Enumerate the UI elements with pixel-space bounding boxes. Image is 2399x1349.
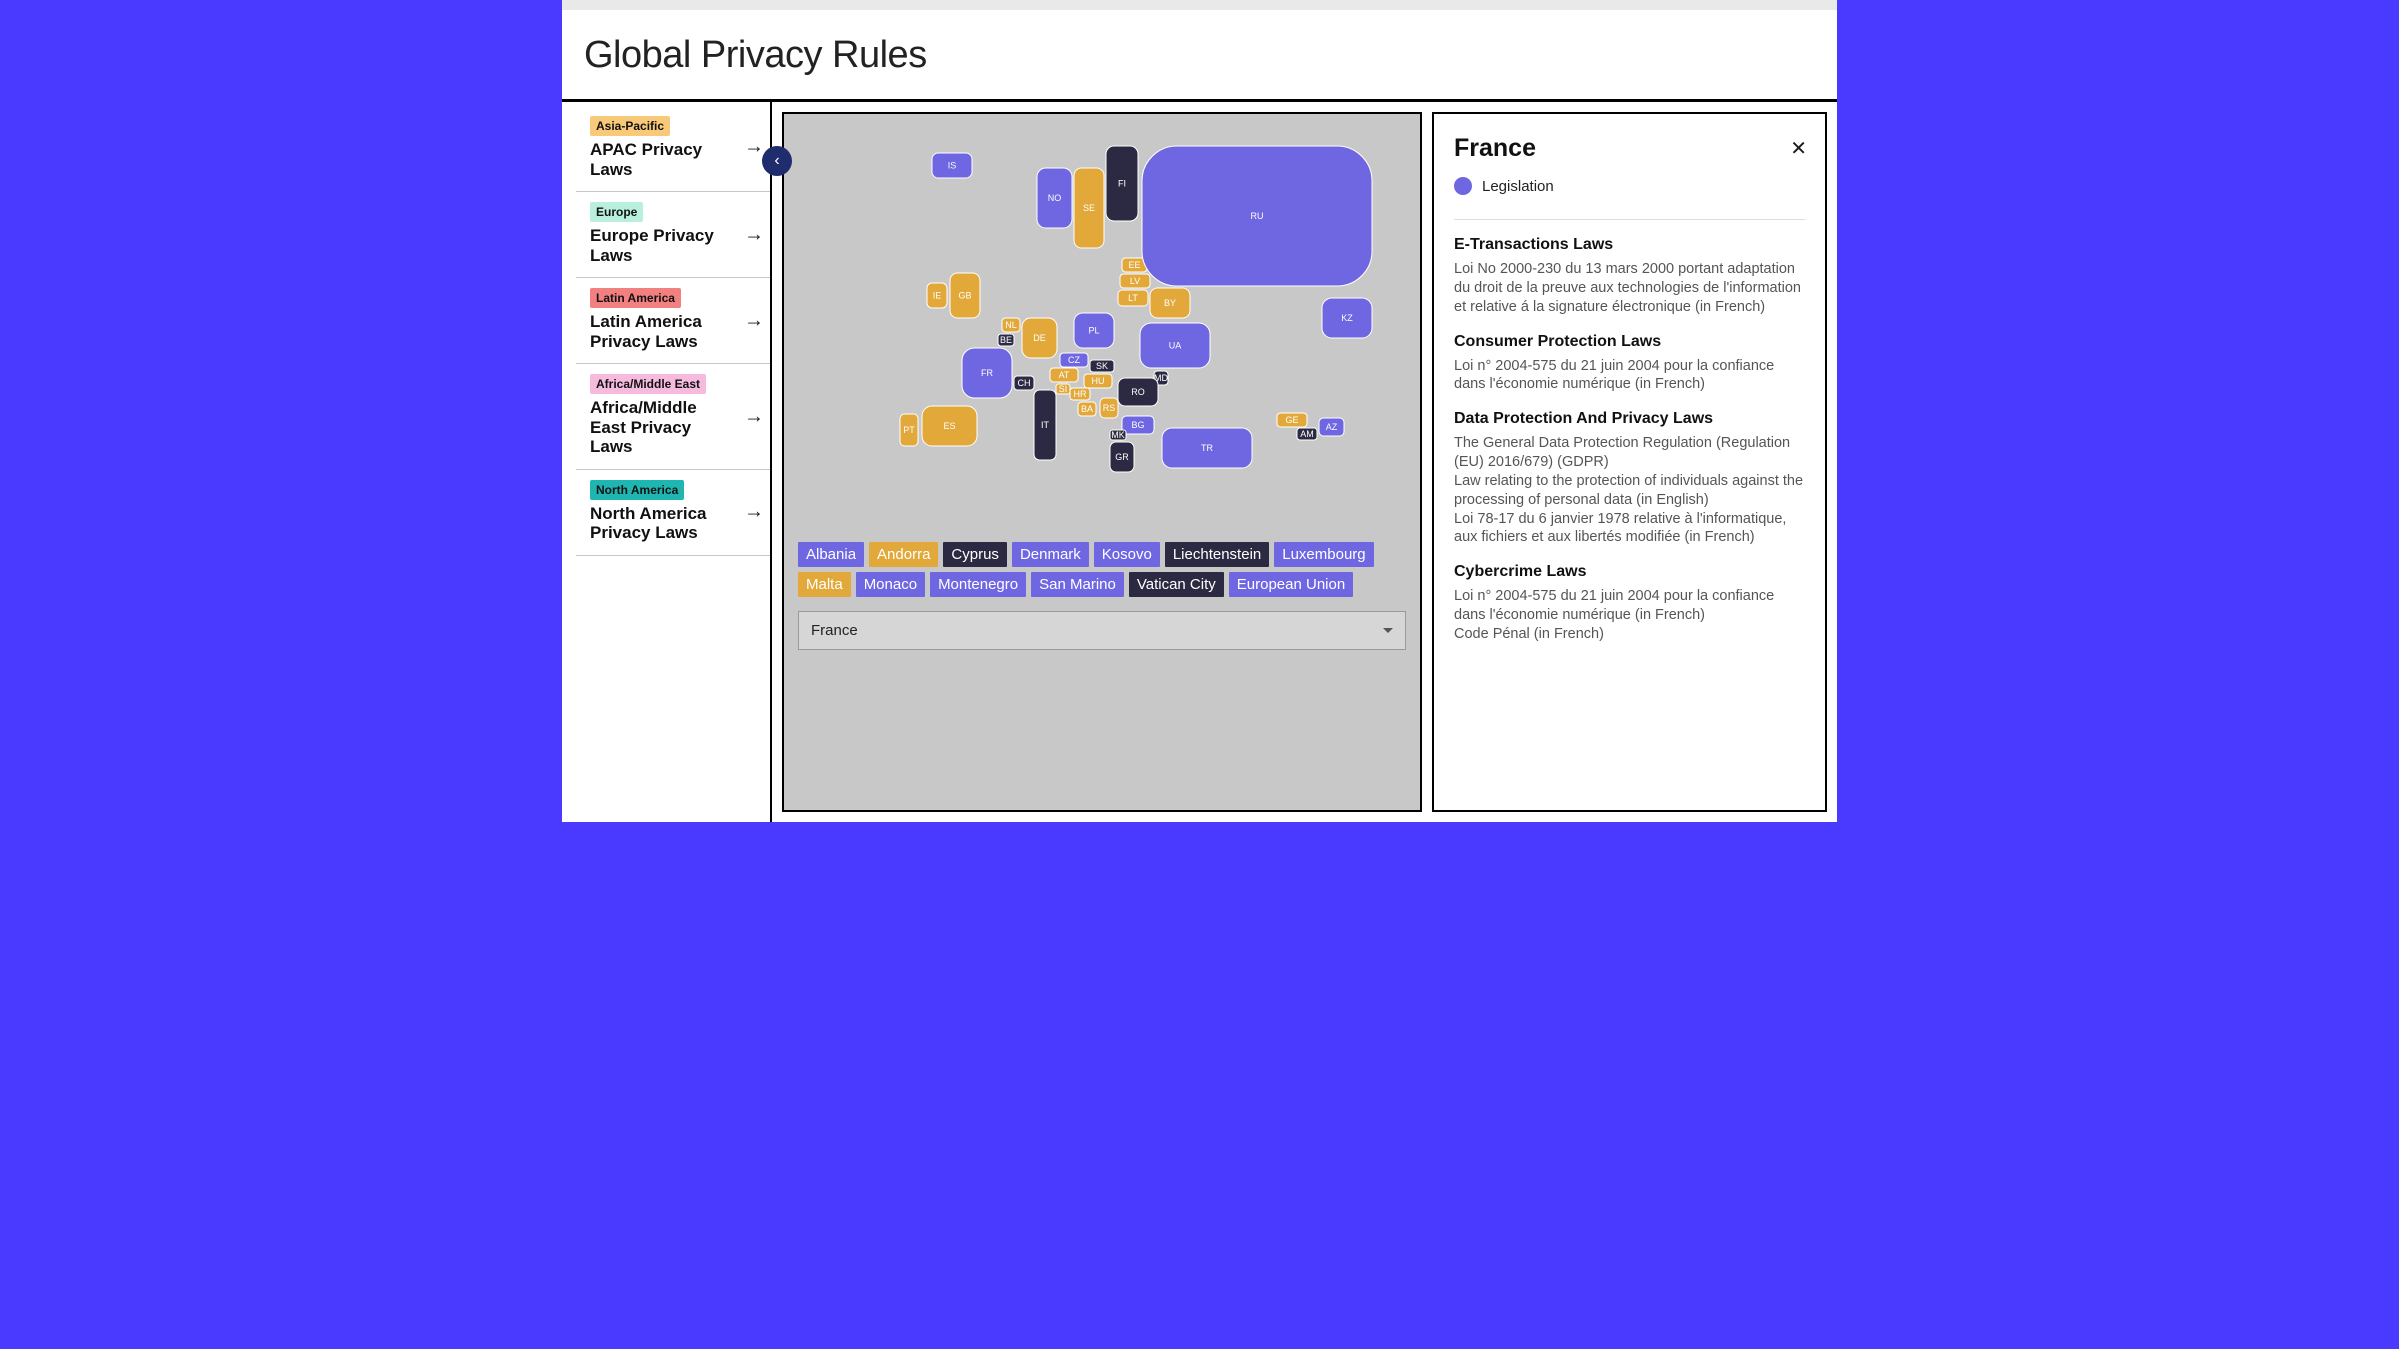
map-country-pt[interactable] [900, 414, 918, 446]
divider [1454, 219, 1805, 220]
detail-section-body: The General Data Protection Regulation (… [1454, 434, 1805, 547]
map-country-hu[interactable] [1084, 374, 1112, 388]
country-chip-kosovo[interactable]: Kosovo [1094, 542, 1160, 567]
map-country-ge[interactable] [1277, 413, 1307, 427]
sidebar-item-africa-middle-east[interactable]: Africa/Middle East Africa/Middle East Pri… [576, 364, 770, 470]
arrow-right-icon: → [744, 309, 764, 332]
country-chip-liechtenstein[interactable]: Liechtenstein [1165, 542, 1269, 567]
legend-dot-icon [1454, 177, 1472, 195]
map-country-at[interactable] [1050, 368, 1078, 382]
country-chip-denmark[interactable]: Denmark [1012, 542, 1089, 567]
sidebar-collapse-button[interactable]: ‹ [762, 146, 792, 176]
detail-section-body: Loi n° 2004-575 du 21 juin 2004 pour la … [1454, 357, 1805, 395]
map-country-gb[interactable] [950, 273, 980, 318]
country-chip-san-marino[interactable]: San Marino [1031, 572, 1124, 597]
map-country-kz[interactable] [1322, 298, 1372, 338]
map-country-se[interactable] [1074, 168, 1104, 248]
map-country-lv[interactable] [1120, 274, 1150, 288]
map-country-rs[interactable] [1100, 398, 1118, 418]
detail-section-title: Consumer Protection Laws [1454, 333, 1805, 351]
map-country-ch[interactable] [1014, 376, 1034, 390]
map-country-hr[interactable] [1070, 388, 1090, 400]
sidebar-item-label: Latin America Privacy Laws [590, 312, 756, 351]
country-chip-cyprus[interactable]: Cyprus [943, 542, 1007, 567]
sidebar-tag: Latin America [590, 288, 681, 308]
country-chip-montenegro[interactable]: Montenegro [930, 572, 1026, 597]
country-select[interactable]: France [798, 611, 1406, 650]
sidebar: Asia-PacificAPAC Privacy Laws→EuropeEuro… [562, 102, 772, 822]
detail-section-title: Data Protection And Privacy Laws [1454, 410, 1805, 428]
sidebar-tag: Africa/Middle East [590, 374, 706, 394]
sidebar-item-label: North America Privacy Laws [590, 504, 756, 543]
sidebar-tag: North America [590, 480, 684, 500]
map-country-sk[interactable] [1090, 360, 1114, 372]
map-country-es[interactable] [922, 406, 977, 446]
map-country-ba[interactable] [1078, 402, 1096, 416]
country-chip-luxembourg[interactable]: Luxembourg [1274, 542, 1373, 567]
country-chip-andorra[interactable]: Andorra [869, 542, 938, 567]
country-chip-monaco[interactable]: Monaco [856, 572, 925, 597]
country-chip-malta[interactable]: Malta [798, 572, 851, 597]
chevron-down-icon [1383, 628, 1393, 633]
map-country-nl[interactable] [1002, 318, 1020, 332]
top-bar [562, 0, 1837, 10]
country-select-value: France [811, 622, 858, 639]
country-chip-vatican-city[interactable]: Vatican City [1129, 572, 1224, 597]
map-country-bg[interactable] [1122, 416, 1154, 434]
page-title: Global Privacy Rules [584, 34, 1815, 77]
sidebar-tag: Europe [590, 202, 643, 222]
map-country-fi[interactable] [1106, 146, 1138, 221]
legend-label: Legislation [1482, 178, 1554, 195]
sidebar-item-north-america[interactable]: North America North America Privacy Laws→ [576, 470, 770, 556]
map-country-no[interactable] [1037, 168, 1072, 228]
detail-section-title: E-Transactions Laws [1454, 236, 1805, 254]
sidebar-item-asia-pacific[interactable]: Asia-Pacific APAC Privacy Laws→ [576, 102, 770, 192]
country-chip-albania[interactable]: Albania [798, 542, 864, 567]
map-country-by[interactable] [1150, 288, 1190, 318]
map-country-lt[interactable] [1118, 290, 1148, 306]
map-country-is[interactable] [932, 153, 972, 178]
sidebar-item-europe[interactable]: Europe Europe Privacy Laws→ [576, 192, 770, 278]
detail-country-title: France [1454, 134, 1805, 163]
map-country-si[interactable] [1056, 384, 1070, 394]
map-country-am[interactable] [1297, 428, 1317, 440]
map-country-fr[interactable] [962, 348, 1012, 398]
country-detail-panel: ✕ France Legislation E-Transactions Laws… [1432, 112, 1827, 812]
detail-section-title: Cybercrime Laws [1454, 563, 1805, 581]
map-country-pl[interactable] [1074, 313, 1114, 348]
map-country-ru[interactable] [1142, 146, 1372, 286]
arrow-right-icon: → [744, 135, 764, 158]
map-country-ie[interactable] [927, 283, 947, 308]
sidebar-item-latin-america[interactable]: Latin America Latin America Privacy Laws→ [576, 278, 770, 364]
sidebar-item-label: Africa/Middle East Privacy Laws [590, 398, 756, 457]
sidebar-tag: Asia-Pacific [590, 116, 670, 136]
sidebar-item-label: APAC Privacy Laws [590, 140, 756, 179]
map-country-de[interactable] [1022, 318, 1057, 358]
map-country-mk[interactable] [1110, 430, 1126, 440]
close-icon[interactable]: ✕ [1790, 136, 1807, 161]
map-panel: ISNOSEFIEELVLTBYRUKZGEAMAZIEGBNLBEDEPLCZ… [782, 112, 1422, 812]
sidebar-item-label: Europe Privacy Laws [590, 226, 756, 265]
arrow-right-icon: → [744, 501, 764, 524]
map-country-tr[interactable] [1162, 428, 1252, 468]
map-country-cz[interactable] [1060, 353, 1088, 367]
map-country-it[interactable] [1034, 390, 1056, 460]
chevron-left-icon: ‹ [774, 152, 779, 170]
detail-section-body: Loi n° 2004-575 du 21 juin 2004 pour la … [1454, 587, 1805, 644]
country-chip-european-union[interactable]: European Union [1229, 572, 1353, 597]
map-country-ua[interactable] [1140, 323, 1210, 368]
europe-map[interactable]: ISNOSEFIEELVLTBYRUKZGEAMAZIEGBNLBEDEPLCZ… [798, 128, 1406, 528]
map-country-gr[interactable] [1110, 442, 1134, 472]
map-country-be[interactable] [998, 334, 1014, 346]
detail-section-body: Loi No 2000-230 du 13 mars 2000 portant … [1454, 260, 1805, 317]
map-country-ro[interactable] [1118, 378, 1158, 406]
country-chip-row: AlbaniaAndorraCyprusDenmarkKosovoLiechte… [798, 542, 1406, 597]
map-country-az[interactable] [1319, 418, 1344, 436]
arrow-right-icon: → [744, 405, 764, 428]
arrow-right-icon: → [744, 223, 764, 246]
